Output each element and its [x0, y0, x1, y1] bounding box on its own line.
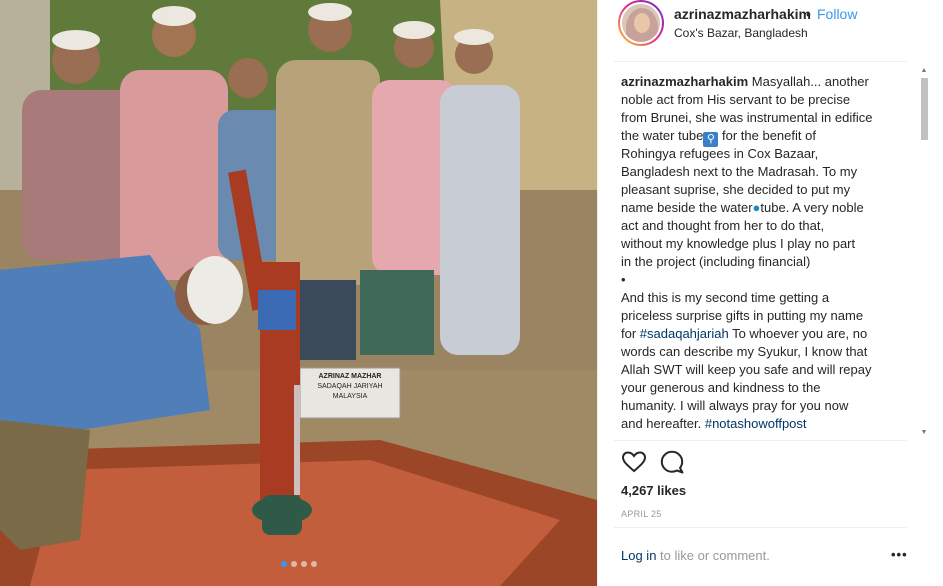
post-detail-panel: azrinazmazharhakim • Follow Cox's Bazar,…	[597, 0, 943, 586]
hashtag-link[interactable]: #sadaqahjariah	[640, 326, 729, 341]
caption-line: •	[621, 272, 626, 287]
caption-line: and hereafter. #notashowoffpost	[621, 416, 807, 431]
avatar-image	[620, 2, 662, 44]
photo-sign: AZRINAZ MAZHAR SADAQAH JARIYAH MALAYSIA	[304, 372, 396, 414]
post-photo[interactable]: AZRINAZ MAZHAR SADAQAH JARIYAH MALAYSIA	[0, 0, 597, 586]
carousel-indicator	[0, 561, 597, 567]
caption-line: Rohingya refugees in Cox Bazaar,	[621, 146, 819, 161]
caption-line: humanity. I will always pray for you now	[621, 398, 849, 413]
caption-scrollbar[interactable]: ▲ ▼	[919, 66, 929, 438]
caption-line: And this is my second time getting a	[621, 290, 830, 305]
login-prompt-text: to like or comment.	[656, 548, 770, 563]
sign-line-1: AZRINAZ MAZHAR	[318, 373, 382, 380]
caption-line: act and thought from her to do that,	[621, 218, 825, 233]
caption-line: pleasant suprise, she decided to put my	[621, 182, 851, 197]
carousel-dot	[290, 561, 297, 567]
caption-line: name beside the water●tube. A very noble	[621, 200, 864, 215]
login-prompt: Log in to like or comment.	[621, 548, 770, 563]
caption-line: your generous and kindness to the	[621, 380, 821, 395]
caption-line: the water tube ⚲ for the benefit of	[621, 128, 816, 147]
login-link[interactable]: Log in	[621, 548, 656, 563]
caption-divider	[614, 440, 907, 441]
follow-button[interactable]: Follow	[817, 6, 857, 22]
scrollbar-thumb[interactable]	[921, 78, 928, 140]
scroll-down-arrow-icon[interactable]: ▼	[919, 428, 929, 438]
scroll-up-arrow-icon[interactable]: ▲	[919, 66, 929, 76]
caption-username[interactable]: azrinazmazharhakim	[621, 74, 748, 89]
carousel-dot	[280, 561, 287, 567]
carousel-dot	[300, 561, 307, 567]
caption-line: words can describe my Syukur, I know tha…	[621, 344, 868, 359]
photo-scene	[0, 0, 597, 586]
header-separator: •	[806, 6, 811, 22]
caption-line: for #sadaqahjariah To whoever you are, n…	[621, 326, 868, 341]
sign-line-3: MALAYSIA	[332, 393, 368, 400]
location-link[interactable]: Cox's Bazar, Bangladesh	[674, 26, 808, 40]
footer-divider	[614, 527, 907, 528]
header-divider	[614, 61, 907, 62]
likes-count[interactable]: 4,267 likes	[621, 483, 686, 498]
more-options-icon[interactable]: •••	[891, 547, 908, 562]
username-link[interactable]: azrinazmazharhakim	[674, 6, 811, 22]
caption-line: in the project (including financial)	[621, 254, 811, 269]
comment-icon[interactable]	[659, 449, 685, 475]
post-caption: azrinazmazharhakim Masyallah... another …	[621, 73, 911, 435]
caption-line: from Brunei, she was instrumental in edi…	[621, 110, 873, 125]
hashtag-link[interactable]: #notashowoffpost	[705, 416, 807, 431]
caption-line: Bangladesh next to the Madrasah. To my	[621, 164, 858, 179]
post-header: azrinazmazharhakim • Follow Cox's Bazar,…	[598, 0, 943, 62]
caption-line: Masyallah... another	[751, 74, 869, 89]
post-date[interactable]: APRIL 25	[621, 509, 662, 519]
caption-line: noble act from His servant to be precise	[621, 92, 851, 107]
avatar[interactable]	[618, 0, 664, 46]
caption-line: without my knowledge plus I play no part	[621, 236, 856, 251]
heart-icon[interactable]	[621, 449, 647, 475]
sign-line-2: SADAQAH JARIYAH	[317, 383, 383, 390]
caption-line: Allah SWT will keep you safe and will re…	[621, 362, 872, 377]
carousel-dot	[310, 561, 317, 567]
caption-line: priceless surprise gifts in putting my n…	[621, 308, 864, 323]
